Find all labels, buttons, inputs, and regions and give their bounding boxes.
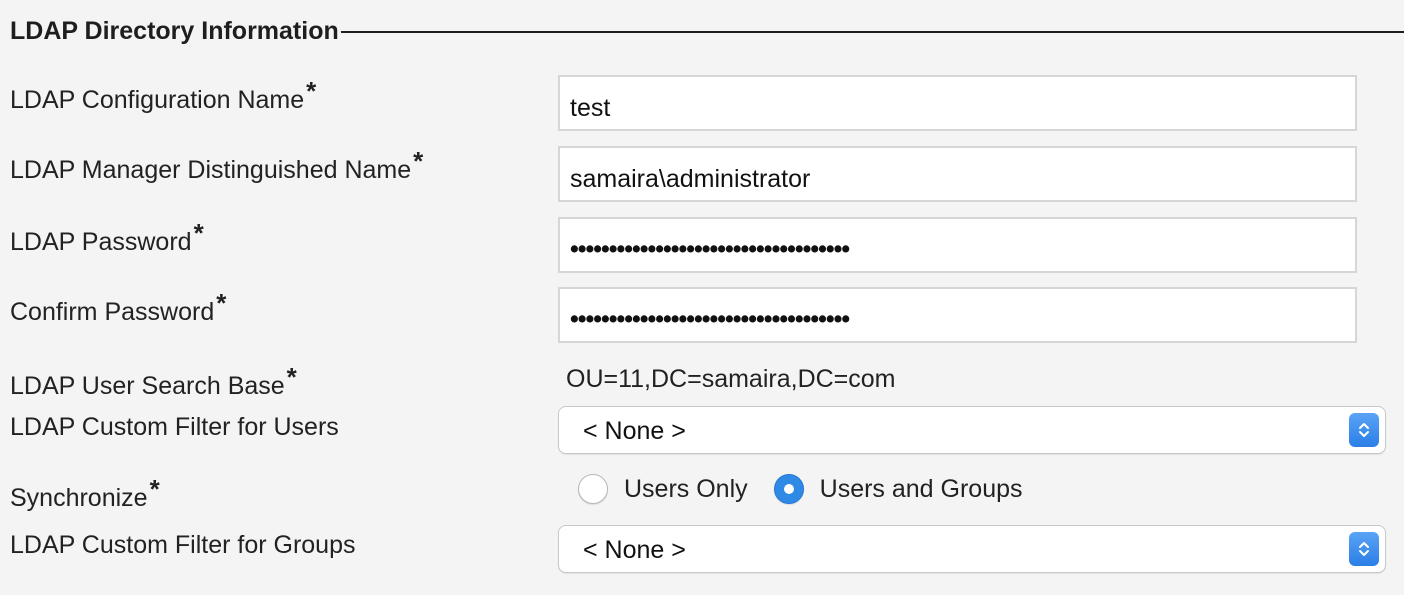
required-marker: * [413, 146, 424, 176]
chevron-up-down-icon [1349, 532, 1379, 566]
chevron-up-down-icon [1349, 413, 1379, 447]
confirm-password-label: Confirm Password* [10, 288, 226, 327]
custom-filter-users-selected: < None > [583, 417, 686, 445]
manager-dn-label: LDAP Manager Distinguished Name* [10, 146, 423, 185]
required-marker: * [193, 218, 204, 248]
synchronize-label: Synchronize* [10, 474, 160, 513]
search-base-label: LDAP User Search Base* [10, 362, 297, 401]
section-title: LDAP Directory Information [10, 16, 339, 45]
required-marker: * [286, 362, 297, 392]
required-marker: * [306, 76, 317, 106]
config-name-label-text: LDAP Configuration Name [10, 86, 305, 114]
synchronize-label-text: Synchronize [10, 484, 148, 512]
confirm-password-input[interactable] [558, 287, 1357, 343]
confirm-password-label-text: Confirm Password [10, 298, 215, 326]
custom-filter-groups-selected: < None > [583, 536, 686, 564]
custom-filter-groups-label-text: LDAP Custom Filter for Groups [10, 531, 356, 559]
section-divider [340, 31, 1404, 33]
required-marker: * [149, 474, 160, 504]
required-marker: * [216, 288, 227, 318]
config-name-input[interactable] [558, 75, 1357, 131]
custom-filter-groups-label: LDAP Custom Filter for Groups [10, 531, 355, 560]
users-only-radio[interactable] [578, 474, 608, 504]
search-base-label-text: LDAP User Search Base [10, 372, 285, 400]
custom-filter-users-select[interactable]: < None > [558, 406, 1386, 454]
custom-filter-users-label-text: LDAP Custom Filter for Users [10, 413, 339, 441]
users-and-groups-label[interactable]: Users and Groups [820, 475, 1023, 504]
ldap-directory-panel: LDAP Directory Information LDAP Configur… [0, 0, 1404, 595]
password-label-text: LDAP Password [10, 228, 192, 256]
custom-filter-users-label: LDAP Custom Filter for Users [10, 413, 339, 442]
users-and-groups-radio[interactable] [773, 474, 804, 504]
password-label: LDAP Password* [10, 218, 204, 257]
custom-filter-groups-select[interactable]: < None > [558, 525, 1386, 573]
section-header: LDAP Directory Information [10, 16, 1404, 46]
synchronize-radio-group: Users Only Users and Groups [578, 474, 1049, 504]
manager-dn-label-text: LDAP Manager Distinguished Name [10, 156, 412, 184]
radio-selected-dot [783, 484, 794, 494]
users-only-label[interactable]: Users Only [624, 475, 748, 504]
password-input[interactable] [558, 217, 1357, 273]
config-name-label: LDAP Configuration Name* [10, 76, 316, 115]
search-base-value: OU=11,DC=samaira,DC=com [566, 365, 896, 393]
manager-dn-input[interactable] [558, 146, 1357, 202]
